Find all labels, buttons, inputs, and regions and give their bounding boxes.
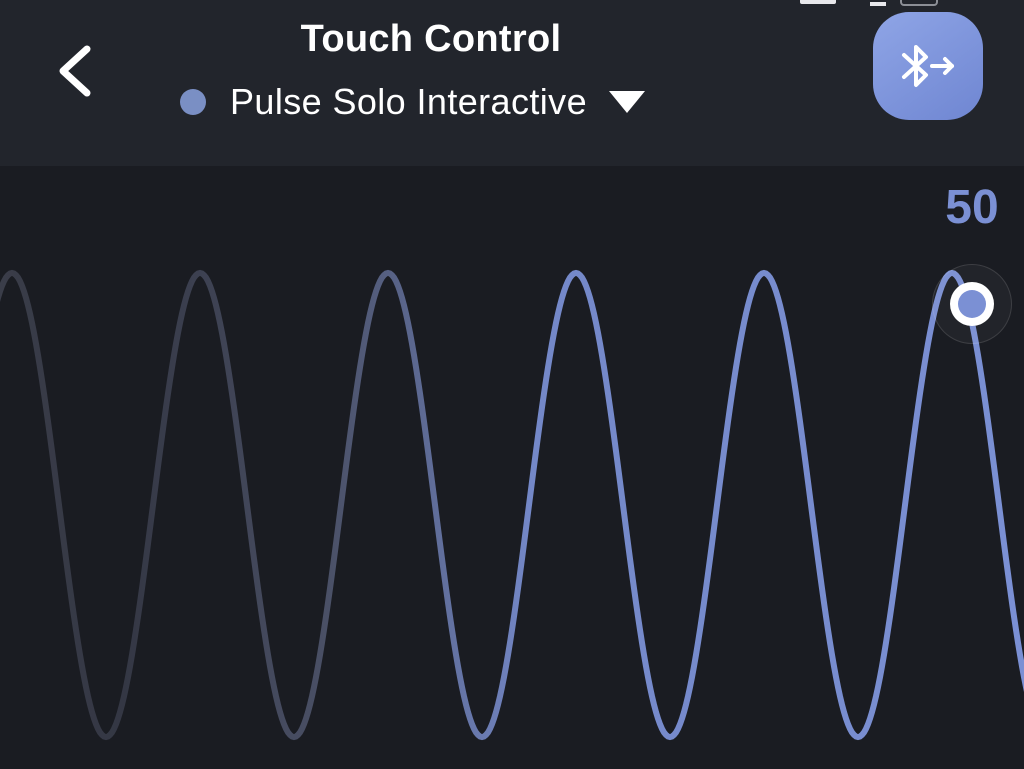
- handle-ring: [950, 282, 994, 326]
- device-status-dot: [180, 89, 206, 115]
- touch-control-screen: Touch Control Pulse Solo Interactive 50: [0, 0, 1024, 769]
- signal-icon: [800, 0, 836, 4]
- battery-icon: [900, 0, 938, 6]
- status-bar-icons: [800, 0, 940, 6]
- intensity-level-value: 50: [945, 181, 999, 234]
- bluetooth-connect-icon: [902, 45, 954, 87]
- chevron-left-icon: [59, 45, 91, 97]
- intensity-slider-handle[interactable]: [932, 264, 1012, 344]
- caret-down-icon: [609, 91, 645, 113]
- touch-wave-area[interactable]: [0, 166, 1024, 769]
- intensity-wave: [0, 269, 1024, 741]
- device-name: Pulse Solo Interactive: [230, 81, 587, 122]
- wave-line: [0, 269, 1024, 741]
- device-selector[interactable]: Pulse Solo Interactive: [180, 78, 645, 126]
- back-button[interactable]: [40, 36, 110, 106]
- bluetooth-button[interactable]: [873, 12, 983, 120]
- wifi-icon: [870, 0, 886, 6]
- top-bar: Touch Control Pulse Solo Interactive: [0, 0, 1024, 166]
- page-title: Touch Control: [300, 18, 562, 60]
- handle-core: [958, 290, 986, 318]
